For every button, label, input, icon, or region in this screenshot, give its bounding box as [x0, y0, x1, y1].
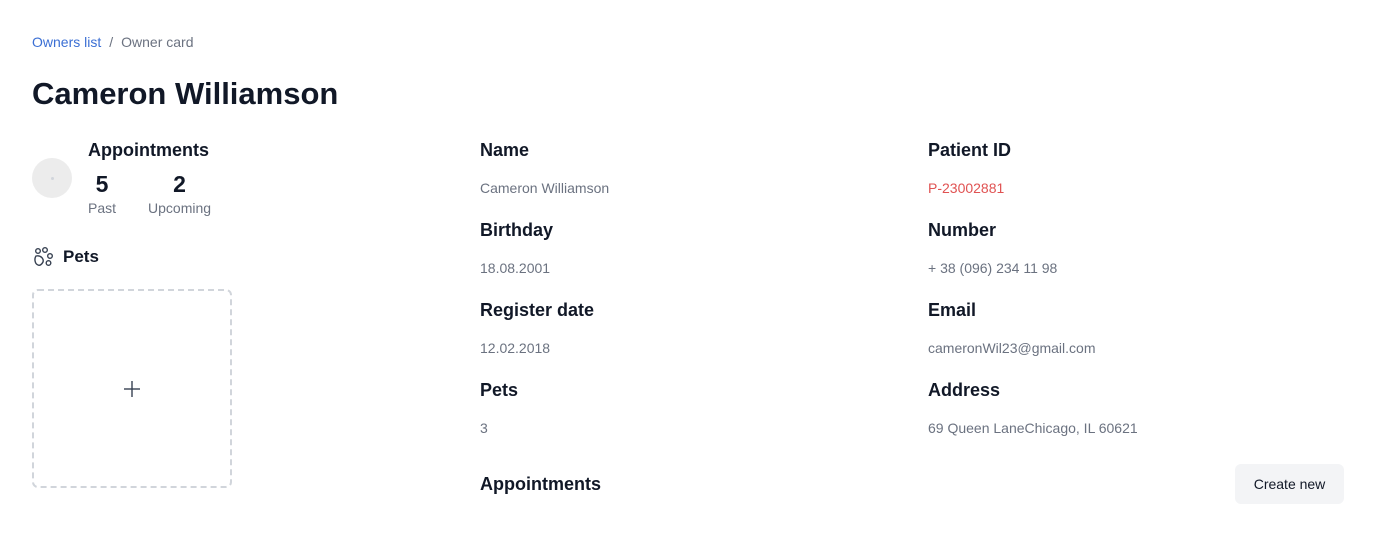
field-value: 18.08.2001: [480, 260, 551, 276]
field-label: Email: [928, 300, 977, 320]
field-value: Cameron Williamson: [480, 180, 610, 196]
create-new-button[interactable]: Create new: [1235, 464, 1344, 504]
past-appointments-stat: 5 Past: [88, 171, 116, 217]
field-birthday: Birthday 18.08.2001: [480, 219, 553, 277]
patient-id-value: P-23002881: [928, 180, 1005, 196]
field-value: 3: [480, 420, 488, 436]
field-value: + 38 (096) 234 11 98: [928, 260, 1058, 276]
paw-icon: [32, 246, 54, 268]
field-value: 12.02.2018: [480, 340, 551, 356]
plus-icon: [124, 380, 140, 397]
field-pets-count: Pets 3: [480, 379, 518, 437]
upcoming-appointments-label: Upcoming: [148, 200, 212, 216]
field-label: Birthday: [480, 220, 554, 240]
upcoming-appointments-count: 2: [173, 171, 186, 197]
breadcrumb-separator: /: [109, 34, 114, 50]
field-label: Address: [928, 380, 1001, 400]
breadcrumb-owners-list-link[interactable]: Owners list: [32, 33, 101, 51]
field-register-date: Register date 12.02.2018: [480, 299, 594, 357]
field-label: Name: [480, 140, 530, 160]
field-email: Email cameronWil23@gmail.com: [928, 299, 1095, 357]
breadcrumb-current: Owner card: [121, 34, 194, 50]
past-appointments-count: 5: [95, 171, 109, 197]
past-appointments-label: Past: [88, 200, 117, 216]
field-name: Name Cameron Williamson: [480, 139, 609, 197]
field-number: Number + 38 (096) 234 11 98: [928, 219, 1057, 277]
field-value: cameronWil23@gmail.com: [928, 340, 1096, 356]
field-patient-id: Patient ID P-23002881: [928, 139, 1011, 197]
add-pet-button[interactable]: [32, 289, 232, 488]
owner-card-page: Owners list / Owner card Cameron William…: [0, 0, 1376, 552]
pets-title: Pets: [63, 247, 99, 266]
appointments-summary: Appointments 5 Past 2 Upcoming: [88, 139, 211, 217]
pets-header: Pets: [32, 246, 99, 268]
avatar-placeholder-icon: [50, 176, 54, 180]
field-value: 69 Queen LaneChicago, IL 60621: [928, 420, 1138, 436]
page-title: Cameron Williamson: [32, 76, 339, 111]
breadcrumb: Owners list / Owner card: [32, 33, 193, 51]
avatar: [32, 158, 72, 198]
upcoming-appointments-stat: 2 Upcoming: [148, 171, 211, 217]
appointments-summary-title: Appointments: [88, 140, 209, 160]
field-label: Patient ID: [928, 140, 1012, 160]
appointments-stats: 5 Past 2 Upcoming: [88, 171, 211, 217]
field-label: Pets: [480, 380, 519, 400]
appointments-section-title: Appointments: [480, 474, 601, 494]
field-label: Number: [928, 220, 997, 240]
field-address: Address 69 Queen LaneChicago, IL 60621: [928, 379, 1138, 437]
field-label: Register date: [480, 300, 595, 320]
